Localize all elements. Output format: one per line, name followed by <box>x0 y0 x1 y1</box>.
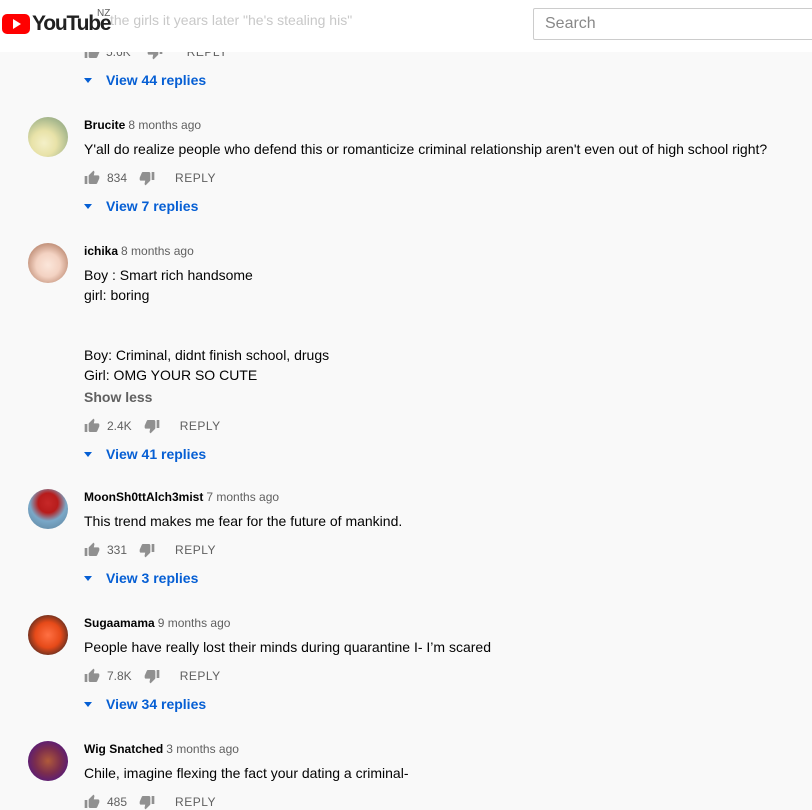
search-input[interactable] <box>534 9 812 39</box>
comment-actions: 7.8K REPLY <box>84 666 812 686</box>
thumbs-up-icon[interactable] <box>84 170 100 186</box>
view-replies-label: View 7 replies <box>106 198 199 214</box>
reply-button[interactable]: REPLY <box>180 669 221 683</box>
thumbs-down-icon[interactable] <box>144 418 160 434</box>
comment-text: Boy : Smart rich handsome girl: boring B… <box>84 265 812 385</box>
like-count: 485 <box>107 795 128 809</box>
comment-body: MoonSh0ttAlch3mist 7 months ago This tren… <box>84 489 812 588</box>
thumbs-down-icon[interactable] <box>139 794 155 810</box>
comment-line: Boy: Criminal, didnt finish school, drug… <box>84 347 330 363</box>
comment-text: People have really lost their minds duri… <box>84 637 812 657</box>
masthead: YouTube NZ the girls it years later "he'… <box>0 0 812 52</box>
reply-button[interactable]: REPLY <box>175 543 216 557</box>
show-less-button[interactable]: Show less <box>84 387 812 407</box>
avatar[interactable] <box>28 243 68 283</box>
like-count: 7.8K <box>107 669 132 683</box>
comment-line: This trend makes me fear for the future … <box>84 513 403 529</box>
author-name[interactable]: Brucite <box>84 118 125 132</box>
thumbs-up-icon[interactable] <box>84 794 100 810</box>
faded-comment-text: the girls it years later "he's stealing … <box>110 12 353 28</box>
thumbs-up-icon[interactable] <box>84 418 100 434</box>
avatar[interactable] <box>28 117 68 157</box>
author-name[interactable]: Wig Snatched <box>84 742 163 756</box>
view-replies-label: View 41 replies <box>106 446 207 462</box>
comment-line: Girl: OMG YOUR SO CUTE <box>84 367 258 383</box>
comment-header: Wig Snatched 3 months ago <box>84 741 812 757</box>
caret-down-icon <box>84 575 92 581</box>
comment-line: Boy : Smart rich handsome <box>84 267 253 283</box>
reply-button[interactable]: REPLY <box>175 795 216 809</box>
comment-time[interactable]: 8 months ago <box>121 244 194 258</box>
author-name[interactable]: ichika <box>84 244 118 258</box>
avatar[interactable] <box>28 741 68 781</box>
view-replies-button[interactable]: View 3 replies <box>84 568 812 588</box>
view-replies-button[interactable]: View 41 replies <box>84 444 812 464</box>
thumbs-down-icon[interactable] <box>139 170 155 186</box>
view-replies-button[interactable]: View 34 replies <box>84 694 812 714</box>
caret-down-icon <box>84 701 92 707</box>
view-replies-button[interactable]: View 44 replies <box>84 70 206 90</box>
view-replies-label: View 44 replies <box>106 72 207 88</box>
reply-button[interactable]: REPLY <box>175 171 216 185</box>
avatar[interactable] <box>28 489 68 529</box>
comment-actions: 834 REPLY <box>84 168 812 188</box>
youtube-play-icon <box>2 14 30 34</box>
comment-body: Brucite 8 months ago Y'all do realize peo… <box>84 117 812 216</box>
comment-time[interactable]: 8 months ago <box>128 118 201 132</box>
thumbs-down-icon[interactable] <box>139 542 155 558</box>
region-code: NZ <box>97 8 111 19</box>
view-replies-button[interactable]: View 7 replies <box>84 196 812 216</box>
comment-header: ichika 8 months ago <box>84 243 812 259</box>
comment-header: MoonSh0ttAlch3mist 7 months ago <box>84 489 812 505</box>
author-name[interactable]: Sugaamama <box>84 616 155 630</box>
thumbs-up-icon[interactable] <box>84 542 100 558</box>
caret-down-icon <box>84 203 92 209</box>
comment-header: Brucite 8 months ago <box>84 117 812 133</box>
avatar[interactable] <box>28 615 68 655</box>
comment-line: People have really lost their minds duri… <box>84 639 491 655</box>
like-count: 834 <box>107 171 128 185</box>
comment-body: Wig Snatched 3 months ago Chile, imagine … <box>84 741 812 810</box>
search-box[interactable] <box>533 8 812 40</box>
author-name[interactable]: MoonSh0ttAlch3mist <box>84 490 203 504</box>
thumbs-down-icon[interactable] <box>144 668 160 684</box>
comment-text: Y'all do realize people who defend this … <box>84 139 812 159</box>
caret-down-icon <box>84 451 92 457</box>
reply-button[interactable]: REPLY <box>180 419 221 433</box>
youtube-logo[interactable]: YouTube NZ <box>2 8 112 36</box>
comment-time[interactable]: 7 months ago <box>206 490 279 504</box>
view-replies-label: View 34 replies <box>106 696 207 712</box>
comment-header: Sugaamama 9 months ago <box>84 615 812 631</box>
like-count: 2.4K <box>107 419 132 433</box>
like-count: 331 <box>107 543 128 557</box>
caret-down-icon <box>84 77 92 83</box>
comment-line: Y'all do realize people who defend this … <box>84 141 768 157</box>
comment-text: This trend makes me fear for the future … <box>84 511 812 531</box>
comment-actions: 331 REPLY <box>84 540 812 560</box>
view-replies-label: View 3 replies <box>106 570 199 586</box>
comment-text: Chile, imagine flexing the fact your dat… <box>84 763 812 783</box>
comment-time[interactable]: 3 months ago <box>166 742 239 756</box>
comment-actions: 2.4K REPLY <box>84 416 812 436</box>
comment-body: Sugaamama 9 months ago People have really… <box>84 615 812 714</box>
comment-actions: 485 REPLY <box>84 792 812 810</box>
thumbs-up-icon[interactable] <box>84 668 100 684</box>
comment-body: ichika 8 months ago Boy : Smart rich hand… <box>84 243 812 464</box>
comment-time[interactable]: 9 months ago <box>158 616 231 630</box>
comment-line: Chile, imagine flexing the fact your dat… <box>84 765 409 781</box>
comment-line: girl: boring <box>84 287 150 303</box>
